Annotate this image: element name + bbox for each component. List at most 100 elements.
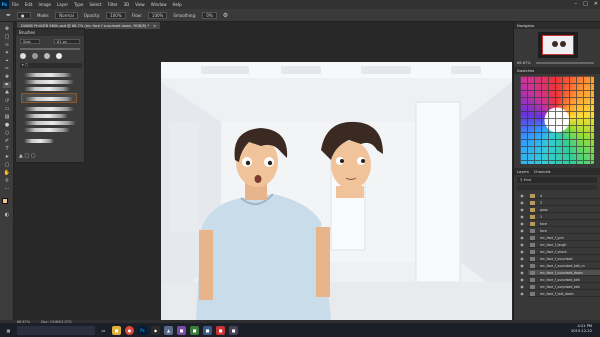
eye-icon[interactable]: ◉ [518,221,526,227]
brush-stroke-selected[interactable] [21,93,77,103]
brush-stroke-1[interactable] [24,73,72,77]
layer-group[interactable]: ◉ face [520,221,600,227]
menu-image[interactable]: Image [35,2,54,7]
app-icon-4[interactable]: ■ [190,325,199,335]
layer-group[interactable]: ◉ 1 [520,214,600,220]
eye-icon[interactable]: ◉ [518,214,526,220]
navigator-preview[interactable] [538,32,578,58]
dodge-tool-icon[interactable]: ○ [3,130,11,136]
more-tools-icon[interactable]: ⋯ [3,186,11,192]
tab-layers[interactable]: Layers [517,170,529,174]
foreground-color-swatch[interactable] [2,198,8,204]
layer-group[interactable]: ◉ 3 [520,200,600,206]
eye-icon[interactable]: ◉ [518,284,526,290]
brush-stroke-8[interactable] [24,128,70,132]
menu-type[interactable]: Type [71,2,86,7]
marquee-tool-icon[interactable]: □ [3,34,11,40]
taskbar-search-box[interactable] [17,325,95,335]
lasso-tool-icon[interactable]: ∞ [3,42,11,48]
layer-row[interactable]: ◉ mc_face_f_talk_down [520,291,600,297]
brush-tip-large[interactable] [56,53,62,59]
eye-icon[interactable]: ◉ [518,207,526,213]
navigator-zoom[interactable]: 66.67% [517,61,531,65]
eye-icon[interactable]: ◉ [518,228,526,234]
brush-tip-soft[interactable] [32,53,38,59]
menu-window[interactable]: Window [148,2,170,7]
brush-stroke-6[interactable] [24,114,68,118]
quick-select-tool-icon[interactable]: ✦ [3,50,11,56]
brush-panel-footer-icons[interactable]: ▲ □ ▢ [19,153,35,159]
brush-stroke-5[interactable] [24,107,74,111]
layer-row[interactable]: ◉ mc_face_f_shock [520,249,600,255]
brush-folder-row[interactable]: ▾ □ [20,63,82,68]
layer-row[interactable]: ◉ mc_face_f_surprised_talk [520,284,600,290]
eye-icon[interactable]: ◉ [518,249,526,255]
brush-stroke-3[interactable] [24,87,70,91]
layer-group[interactable]: ◉ 4 [520,193,600,199]
eye-icon[interactable]: ◉ [518,200,526,206]
brush-size-field[interactable]: 61 px [54,39,80,44]
healing-tool-icon[interactable]: ✚ [3,74,11,80]
eyedropper-tool-icon[interactable]: ✑ [3,66,11,72]
close-tab-icon[interactable]: × [153,24,156,28]
maximize-icon[interactable]: □ [583,1,588,7]
pen-tool-icon[interactable]: ✐ [3,138,11,144]
brush-stroke-2[interactable] [24,80,74,84]
taskbar-clock[interactable]: 4:21 PM 2019-12-22 [571,324,592,334]
smoothing-field[interactable]: 0% [202,11,217,19]
app-icon-3[interactable]: ■ [177,325,186,335]
brush-size-slider[interactable] [20,48,80,50]
layer-row[interactable]: ◉ mc_face_f_surprised_talk_m [520,263,600,269]
task-view-icon[interactable]: ▭ [99,326,108,335]
layer-row[interactable]: ◉ mc_face_f_surprised_talk [520,277,600,283]
eye-icon[interactable]: ◉ [518,291,526,297]
tab-swatches[interactable]: Swatches [517,69,534,73]
gradient-tool-icon[interactable]: ▨ [3,114,11,120]
tab-channels[interactable]: Channels [534,170,551,174]
eye-icon[interactable]: ◉ [518,193,526,199]
brush-stroke-7[interactable] [24,121,76,125]
menu-help[interactable]: Help [169,2,184,7]
layer-group[interactable]: ◉ pose [520,207,600,213]
eye-icon[interactable]: ◉ [518,235,526,241]
tab-navigator[interactable]: Navigator [517,24,535,28]
brush-tip-hard[interactable] [44,53,50,59]
menu-file[interactable]: File [9,2,22,7]
layer-row[interactable]: ◉ mc_face_f_surprised_down [520,270,600,276]
file-explorer-icon[interactable]: ■ [112,325,121,335]
history-brush-tool-icon[interactable]: ↺ [3,98,11,104]
app-icon-5[interactable]: ■ [203,325,212,335]
layer-row[interactable]: ◉ mc_face_f_surprised [520,256,600,262]
eye-icon[interactable]: ◉ [518,270,526,276]
photoshop-taskbar-icon[interactable]: Ps [138,325,147,335]
type-tool-icon[interactable]: T [3,146,11,152]
path-select-tool-icon[interactable]: ➤ [3,154,11,160]
menu-filter[interactable]: Filter [105,2,121,7]
eye-icon[interactable]: ◉ [518,263,526,269]
minimize-icon[interactable]: – [575,1,578,7]
chrome-icon[interactable]: ● [125,325,134,335]
layer-row[interactable]: ◉ face [520,228,600,234]
layer-row[interactable]: ◉ mc_face_f_laugh [520,242,600,248]
brush-tip-round[interactable] [20,53,26,59]
move-tool-icon[interactable]: ✥ [3,26,11,32]
app-icon-7[interactable]: ■ [229,325,238,335]
shape-tool-icon[interactable]: ▢ [3,162,11,168]
brush-tool-icon[interactable]: ✒ [6,12,11,19]
app-icon-1[interactable]: ◆ [151,325,160,335]
zoom-tool-icon[interactable]: ⚲ [3,178,11,184]
menu-view[interactable]: View [132,2,148,7]
layer-row[interactable]: ◉ mc_face_f_grin [520,235,600,241]
crop-tool-icon[interactable]: ⌖ [3,58,11,64]
eraser-tool-icon[interactable]: ▭ [3,106,11,112]
app-icon-6[interactable]: ■ [216,325,225,335]
mode-select[interactable]: Normal [55,11,78,19]
navigator-zoom-slider[interactable] [536,62,594,64]
menu-layer[interactable]: Layer [54,2,71,7]
menu-edit[interactable]: Edit [22,2,36,7]
brush-stroke-9[interactable] [24,139,54,143]
stamp-tool-icon[interactable]: ♣ [3,90,11,96]
brush-preset-picker[interactable]: ● [17,11,32,19]
eye-icon[interactable]: ◉ [518,256,526,262]
brush-tool-active-icon[interactable]: ✒ [3,82,11,88]
